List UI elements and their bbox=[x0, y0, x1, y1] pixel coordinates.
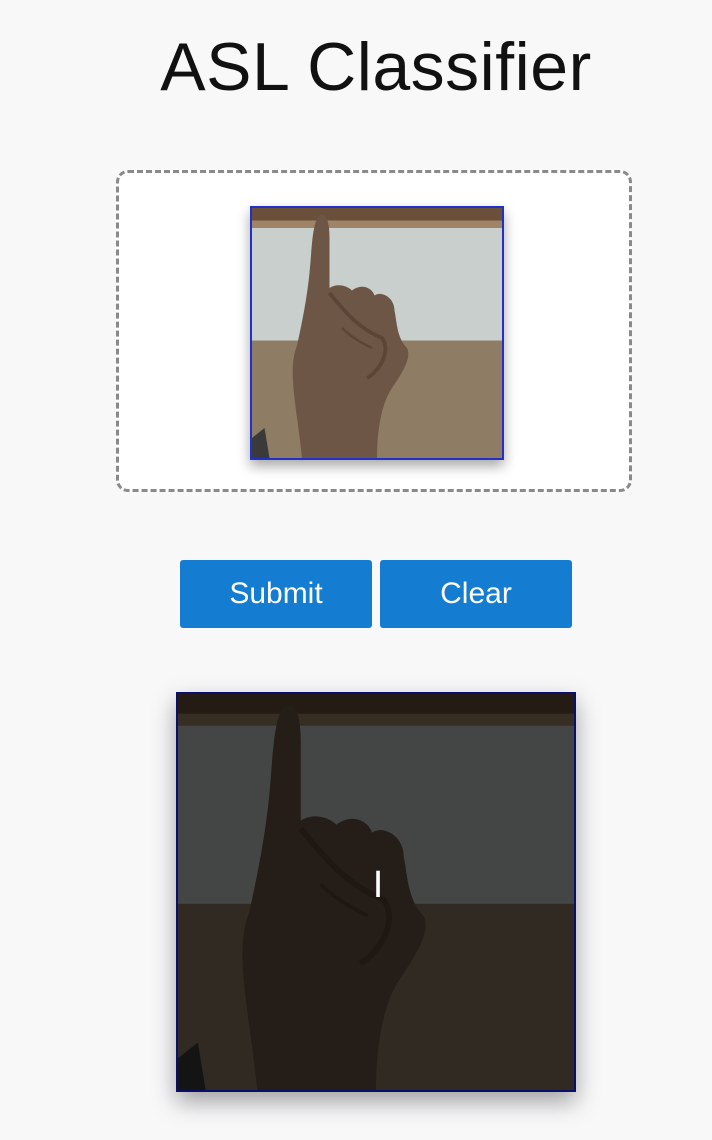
prediction-label: I bbox=[372, 864, 384, 906]
result-panel: I bbox=[176, 692, 576, 1092]
hand-sign-photo bbox=[252, 208, 502, 458]
uploaded-image bbox=[250, 206, 504, 460]
clear-button[interactable]: Clear bbox=[380, 560, 572, 628]
page-title: ASL Classifier bbox=[160, 29, 592, 105]
submit-button[interactable]: Submit bbox=[180, 560, 372, 628]
image-dropzone[interactable] bbox=[116, 170, 632, 492]
page: ASL Classifier Submit Clear I bbox=[0, 0, 712, 1140]
